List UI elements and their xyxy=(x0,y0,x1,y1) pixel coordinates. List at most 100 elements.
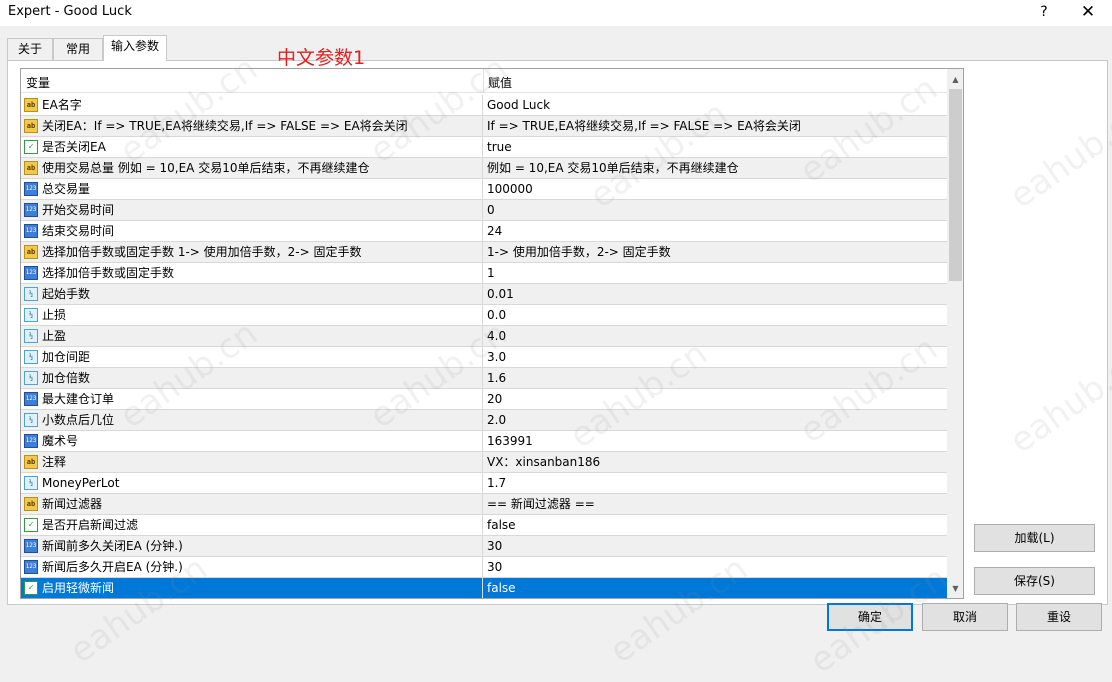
variable-cell[interactable]: 123 最大建仓订单 xyxy=(21,389,483,409)
table-row[interactable]: 123 结束交易时间 24 xyxy=(21,221,947,242)
value-cell[interactable]: 100000 xyxy=(487,179,943,199)
value-cell[interactable]: VX：xinsanban186 xyxy=(487,452,943,472)
variable-cell[interactable]: 123 总交易量 xyxy=(21,179,483,199)
value-cell[interactable]: 30 xyxy=(487,536,943,556)
variable-cell[interactable]: ✓ 启用轻微新闻 xyxy=(21,578,483,598)
variable-cell[interactable]: ½ 加仓倍数 xyxy=(21,368,483,388)
value-cell[interactable]: 例如 = 10,EA 交易10单后结束，不再继续建仓 xyxy=(487,158,943,178)
table-row[interactable]: ½ 加仓倍数 1.6 xyxy=(21,368,947,389)
variable-cell[interactable]: 123 开始交易时间 xyxy=(21,200,483,220)
table-row[interactable]: 123 新闻前多久关闭EA (分钟.) 30 xyxy=(21,536,947,557)
table-row[interactable]: ½ 小数点后几位 2.0 xyxy=(21,410,947,431)
table-row[interactable]: 123 魔术号 163991 xyxy=(21,431,947,452)
variable-cell[interactable]: ½ 止损 xyxy=(21,305,483,325)
table-row[interactable]: 123 最大建仓订单 20 xyxy=(21,389,947,410)
value-cell[interactable]: 1 xyxy=(487,263,943,283)
table-row[interactable]: 123 新闻后多久开启EA (分钟.) 30 xyxy=(21,557,947,578)
variable-cell[interactable]: 123 魔术号 xyxy=(21,431,483,451)
table-row[interactable]: 123 开始交易时间 0 xyxy=(21,200,947,221)
table-row[interactable]: ab 关闭EA：If => TRUE,EA将继续交易,If => FALSE =>… xyxy=(21,116,947,137)
load-button[interactable]: 加载(L) xyxy=(974,524,1095,552)
table-row[interactable]: 123 总交易量 100000 xyxy=(21,179,947,200)
variable-cell[interactable]: ab 注释 xyxy=(21,452,483,472)
value-cell[interactable]: true xyxy=(487,137,943,157)
variable-name: 魔术号 xyxy=(42,434,79,448)
variable-cell[interactable]: ab 使用交易总量 例如 = 10,EA 交易10单后结束，不再继续建仓 xyxy=(21,158,483,178)
ok-button[interactable]: 确定 xyxy=(827,603,913,631)
table-row[interactable]: ½ MoneyPerLot 1.7 xyxy=(21,473,947,494)
double-type-icon: ½ xyxy=(24,308,38,322)
value-cell[interactable]: false xyxy=(487,515,943,535)
save-button[interactable]: 保存(S) xyxy=(974,567,1095,595)
column-divider[interactable] xyxy=(483,69,484,93)
variable-cell[interactable]: ✓ 是否开启新闻过滤 xyxy=(21,515,483,535)
variable-cell[interactable]: 123 结束交易时间 xyxy=(21,221,483,241)
vertical-scrollbar[interactable]: ▲ ▼ xyxy=(947,69,963,598)
variable-cell[interactable]: 123 新闻前多久关闭EA (分钟.) xyxy=(21,536,483,556)
tab-about[interactable]: 关于 xyxy=(7,38,53,60)
value-cell[interactable]: 1.6 xyxy=(487,368,943,388)
variable-cell[interactable]: ab 关闭EA：If => TRUE,EA将继续交易,If => FALSE =>… xyxy=(21,116,483,136)
table-row[interactable]: ab 新闻过滤器 == 新闻过滤器 == xyxy=(21,494,947,515)
variable-cell[interactable]: ab 选择加倍手数或固定手数 1-> 使用加倍手数，2-> 固定手数 xyxy=(21,242,483,262)
column-header-value[interactable]: 赋值 xyxy=(488,74,512,91)
variable-name: 新闻过滤器 xyxy=(42,497,103,511)
close-button[interactable]: ✕ xyxy=(1076,1,1100,23)
value-cell[interactable]: 163991 xyxy=(487,431,943,451)
variable-cell[interactable]: 123 新闻后多久开启EA (分钟.) xyxy=(21,557,483,577)
tab-common[interactable]: 常用 xyxy=(53,38,103,60)
variable-cell[interactable]: ab EA名字 xyxy=(21,95,483,115)
table-row[interactable]: ab 使用交易总量 例如 = 10,EA 交易10单后结束，不再继续建仓 例如 = … xyxy=(21,158,947,179)
scroll-up-arrow-icon[interactable]: ▲ xyxy=(947,71,963,88)
cancel-button[interactable]: 取消 xyxy=(922,603,1008,631)
variable-cell[interactable]: ab 新闻过滤器 xyxy=(21,494,483,514)
help-button[interactable]: ? xyxy=(1033,1,1055,23)
value-cell[interactable]: 0.01 xyxy=(487,284,943,304)
variable-cell[interactable]: ½ 起始手数 xyxy=(21,284,483,304)
value-cell[interactable]: == 新闻过滤器 == xyxy=(487,494,943,514)
value-cell[interactable]: 3.0 xyxy=(487,347,943,367)
table-row[interactable]: ✓ 是否开启新闻过滤 false xyxy=(21,515,947,536)
value-cell[interactable]: 24 xyxy=(487,221,943,241)
string-type-icon: ab xyxy=(24,245,38,259)
value-cell[interactable]: 0 xyxy=(487,200,943,220)
scroll-thumb[interactable] xyxy=(949,89,962,281)
scroll-down-arrow-icon[interactable]: ▼ xyxy=(947,580,963,597)
variable-name: 止损 xyxy=(42,308,67,322)
table-row[interactable]: ab 选择加倍手数或固定手数 1-> 使用加倍手数，2-> 固定手数 1-> 使用加… xyxy=(21,242,947,263)
value-cell[interactable]: Good Luck xyxy=(487,95,943,115)
table-row[interactable]: ½ 加仓间距 3.0 xyxy=(21,347,947,368)
value-cell[interactable]: 2.0 xyxy=(487,410,943,430)
value-cell[interactable]: 20 xyxy=(487,389,943,409)
table-row[interactable]: ½ 止损 0.0 xyxy=(21,305,947,326)
value-cell[interactable]: 4.0 xyxy=(487,326,943,346)
table-row[interactable]: ½ 起始手数 0.01 xyxy=(21,284,947,305)
variable-cell[interactable]: ½ MoneyPerLot xyxy=(21,473,483,493)
value-cell[interactable]: 1-> 使用加倍手数，2-> 固定手数 xyxy=(487,242,943,262)
table-row[interactable]: ½ 止盈 4.0 xyxy=(21,326,947,347)
column-header-variable[interactable]: 变量 xyxy=(26,74,50,91)
table-row[interactable]: ab EA名字 Good Luck xyxy=(21,95,947,116)
bool-type-icon: ✓ xyxy=(24,581,38,595)
grid-header: 变量 赋值 xyxy=(21,69,947,93)
value-cell[interactable]: 1.7 xyxy=(487,473,943,493)
value-cell[interactable]: 30 xyxy=(487,557,943,577)
variable-cell[interactable]: ½ 加仓间距 xyxy=(21,347,483,367)
table-row[interactable]: 123 选择加倍手数或固定手数 1 xyxy=(21,263,947,284)
table-row[interactable]: ✓ 是否关闭EA true xyxy=(21,137,947,158)
variable-name: 新闻前多久关闭EA (分钟.) xyxy=(42,539,183,553)
value-cell[interactable]: If => TRUE,EA将继续交易,If => FALSE => EA将会关闭 xyxy=(487,116,943,136)
tab-inputs[interactable]: 输入参数 xyxy=(103,35,167,61)
variable-cell[interactable]: ½ 小数点后几位 xyxy=(21,410,483,430)
value-cell[interactable]: 0.0 xyxy=(487,305,943,325)
variable-cell[interactable]: 123 选择加倍手数或固定手数 xyxy=(21,263,483,283)
table-row[interactable]: ab 注释 VX：xinsanban186 xyxy=(21,452,947,473)
variable-name: 选择加倍手数或固定手数 xyxy=(42,266,175,280)
value-cell[interactable]: false xyxy=(487,578,943,598)
bool-type-icon: ✓ xyxy=(24,140,38,154)
table-row[interactable]: ✓ 启用轻微新闻 false xyxy=(21,578,947,598)
grid-rows: ab EA名字 Good Luck ab 关闭EA：If => TRUE,EA将继续交易… xyxy=(21,95,947,598)
variable-cell[interactable]: ½ 止盈 xyxy=(21,326,483,346)
reset-button[interactable]: 重设 xyxy=(1016,603,1102,631)
variable-cell[interactable]: ✓ 是否关闭EA xyxy=(21,137,483,157)
